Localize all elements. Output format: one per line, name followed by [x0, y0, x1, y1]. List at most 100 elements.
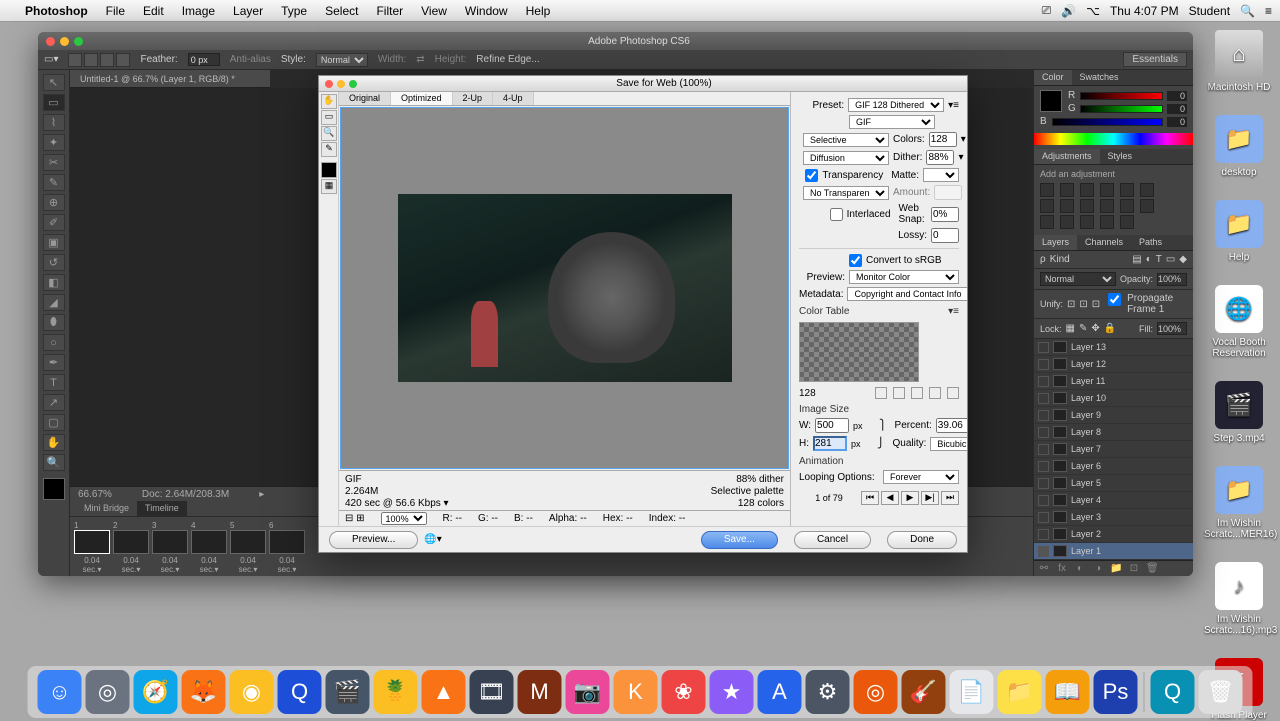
bluetooth-icon[interactable]: ⌥	[1086, 4, 1100, 18]
transparency-checkbox[interactable]	[805, 169, 818, 182]
desktop-item[interactable]: 🌐Vocal Booth Reservation	[1204, 285, 1274, 359]
layer-thumbnail[interactable]	[1053, 426, 1067, 438]
fx-icon[interactable]: fx	[1056, 563, 1068, 575]
adj-icon[interactable]	[1120, 215, 1134, 229]
dock-app[interactable]: 📷	[566, 670, 610, 714]
timeline-frame[interactable]: 10.04 sec.▾	[74, 521, 110, 574]
visibility-icon[interactable]	[1038, 393, 1049, 404]
dither-method-select[interactable]: Diffusion	[803, 151, 889, 165]
sel-sub-icon[interactable]	[100, 53, 114, 67]
dock-app[interactable]: 📄	[950, 670, 994, 714]
dock-app[interactable]: ◎	[86, 670, 130, 714]
layer-row[interactable]: Layer 2	[1034, 526, 1193, 543]
percent-input[interactable]	[936, 418, 967, 433]
dock-app[interactable]: ★	[710, 670, 754, 714]
minimize-button[interactable]	[337, 80, 345, 88]
tab-swatches[interactable]: Swatches	[1072, 70, 1127, 85]
layer-thumbnail[interactable]	[1053, 477, 1067, 489]
dock-app[interactable]: Ps	[1094, 670, 1138, 714]
slice-select-tool[interactable]: ▭	[321, 110, 337, 125]
visibility-icon[interactable]	[1038, 529, 1049, 540]
zoom-button[interactable]	[349, 80, 357, 88]
layer-thumbnail[interactable]	[1053, 494, 1067, 506]
layer-thumbnail[interactable]	[1053, 358, 1067, 370]
tab-adjustments[interactable]: Adjustments	[1034, 149, 1100, 164]
ct-new-icon[interactable]	[929, 387, 941, 399]
dock-app[interactable]: 📁	[998, 670, 1042, 714]
play-button[interactable]: ▶	[901, 491, 919, 505]
gradient-tool[interactable]: ◢	[43, 294, 65, 311]
visibility-icon[interactable]	[1038, 512, 1049, 523]
adj-icon[interactable]	[1060, 215, 1074, 229]
layer-row[interactable]: Layer 13	[1034, 339, 1193, 356]
lock-icon[interactable]: 🔒	[1104, 323, 1116, 334]
dock-app[interactable]: Q	[1151, 670, 1195, 714]
color-spectrum[interactable]	[1034, 133, 1193, 145]
layer-row[interactable]: Layer 6	[1034, 458, 1193, 475]
path-tool[interactable]: ↗	[43, 394, 65, 411]
save-button[interactable]: Save...	[701, 531, 778, 549]
volume-icon[interactable]: 🔊	[1061, 4, 1076, 18]
tab-2up[interactable]: 2-Up	[453, 92, 494, 105]
layer-row[interactable]: Layer 12	[1034, 356, 1193, 373]
adj-icon[interactable]	[1080, 183, 1094, 197]
tab-styles[interactable]: Styles	[1100, 149, 1141, 164]
sfw-preview-canvas[interactable]	[340, 107, 789, 469]
quality-select[interactable]: Bicubic	[930, 437, 967, 451]
srgb-checkbox[interactable]	[849, 254, 862, 267]
layer-thumbnail[interactable]	[1053, 409, 1067, 421]
tab-paths[interactable]: Paths	[1131, 235, 1170, 250]
adj-icon[interactable]	[1100, 215, 1114, 229]
hand-tool[interactable]: ✋	[43, 434, 65, 451]
visibility-icon[interactable]	[1038, 427, 1049, 438]
dock-app[interactable]: 📖	[1046, 670, 1090, 714]
style-select[interactable]: Normal	[316, 53, 368, 67]
b-slider[interactable]	[1052, 118, 1163, 126]
dock-app[interactable]: ❀	[662, 670, 706, 714]
marquee-tool[interactable]: ▭	[43, 94, 65, 111]
propagate-checkbox[interactable]	[1104, 293, 1125, 306]
visibility-icon[interactable]	[1038, 376, 1049, 387]
mask-icon[interactable]: ◐	[1074, 563, 1086, 575]
menu-edit[interactable]: Edit	[134, 4, 173, 18]
sel-add-icon[interactable]	[84, 53, 98, 67]
dock-app[interactable]: 🧭	[134, 670, 178, 714]
zoom-tool[interactable]: 🔍	[321, 126, 337, 141]
menubar-icon[interactable]: ⎚	[1042, 3, 1052, 18]
color-swatch-fg[interactable]	[1040, 90, 1062, 112]
ct-menu-icon[interactable]: ▾≡	[948, 306, 959, 317]
layer-row[interactable]: Layer 9	[1034, 407, 1193, 424]
layer-thumbnail[interactable]	[1053, 460, 1067, 472]
unify-icon[interactable]: ⊡	[1092, 299, 1100, 310]
timeline-frame[interactable]: 20.04 sec.▾	[113, 521, 149, 574]
layer-thumbnail[interactable]	[1053, 392, 1067, 404]
ct-delete-icon[interactable]	[947, 387, 959, 399]
color-swatch[interactable]	[43, 478, 65, 500]
dock-app[interactable]: K	[614, 670, 658, 714]
minimize-button[interactable]	[60, 37, 69, 46]
close-button[interactable]	[325, 80, 333, 88]
desktop-item[interactable]: 🎬Step 3.mp4	[1204, 381, 1274, 444]
layer-row[interactable]: Layer 5	[1034, 475, 1193, 492]
dock-app[interactable]: 🎸	[902, 670, 946, 714]
websnap-input[interactable]	[931, 207, 959, 222]
layer-thumbnail[interactable]	[1053, 545, 1067, 557]
adjustment-layer-icon[interactable]: ◑	[1092, 563, 1104, 575]
adj-icon[interactable]	[1120, 199, 1134, 213]
desktop-item[interactable]: 📁desktop	[1204, 115, 1274, 178]
layer-row[interactable]: Layer 8	[1034, 424, 1193, 441]
ct-icon[interactable]	[893, 387, 905, 399]
adj-icon[interactable]	[1080, 215, 1094, 229]
filter-icon[interactable]: ▤	[1132, 254, 1141, 265]
unify-icon[interactable]: ⊡	[1079, 299, 1087, 310]
color-table[interactable]	[799, 322, 919, 382]
layer-thumbnail[interactable]	[1053, 443, 1067, 455]
preset-select[interactable]: GIF 128 Dithered	[848, 98, 944, 112]
lock-icon[interactable]: ✥	[1091, 323, 1099, 334]
menu-file[interactable]: File	[97, 4, 134, 18]
adj-icon[interactable]	[1040, 183, 1054, 197]
visibility-icon[interactable]	[1038, 478, 1049, 489]
dither-input[interactable]	[926, 150, 954, 165]
last-frame-button[interactable]: ⏭	[941, 491, 959, 505]
timeline-frame[interactable]: 60.04 sec.▾	[269, 521, 305, 574]
